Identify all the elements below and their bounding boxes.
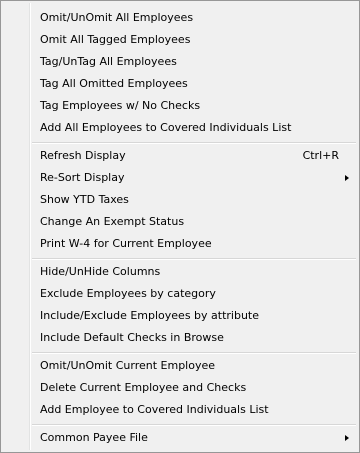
menu-separator bbox=[32, 258, 356, 260]
menu-item-omit-unomit-current-employee[interactable]: Omit/UnOmit Current Employee bbox=[3, 355, 357, 377]
menu-item-label: Include/Exclude Employees by attribute bbox=[40, 309, 260, 322]
menu-item-label: Omit/UnOmit All Employees bbox=[40, 11, 194, 24]
menu-item-change-exempt-status[interactable]: Change An Exempt Status bbox=[3, 211, 357, 233]
menu-item-label: Exclude Employees by category bbox=[40, 287, 216, 300]
menu-item-label: Change An Exempt Status bbox=[40, 215, 185, 228]
menu-item-shortcut: Ctrl+R bbox=[302, 149, 339, 162]
menu-item-label: Omit/UnOmit Current Employee bbox=[40, 359, 216, 372]
menu-item-delete-current-employee[interactable]: Delete Current Employee and Checks bbox=[3, 377, 357, 399]
context-menu: Omit/UnOmit All Employees Omit All Tagge… bbox=[0, 0, 360, 453]
menu-item-include-default-checks[interactable]: Include Default Checks in Browse bbox=[3, 327, 357, 349]
menu-item-label: Delete Current Employee and Checks bbox=[40, 381, 247, 394]
menu-item-label: Common Payee File bbox=[40, 431, 148, 444]
menu-item-label: Add Employee to Covered Individuals List bbox=[40, 403, 269, 416]
menu-item-omit-all-tagged-employees[interactable]: Omit All Tagged Employees bbox=[3, 29, 357, 51]
submenu-arrow-icon bbox=[345, 435, 349, 441]
menu-item-label: Tag Employees w/ No Checks bbox=[40, 99, 201, 112]
menu-item-omit-unomit-all-employees[interactable]: Omit/UnOmit All Employees bbox=[3, 7, 357, 29]
menu-item-refresh-display[interactable]: Refresh Display Ctrl+R bbox=[3, 145, 357, 167]
menu-item-label: Omit All Tagged Employees bbox=[40, 33, 191, 46]
menu-item-hide-unhide-columns[interactable]: Hide/UnHide Columns bbox=[3, 261, 357, 283]
menu-item-show-ytd-taxes[interactable]: Show YTD Taxes bbox=[3, 189, 357, 211]
menu-separator bbox=[32, 142, 356, 144]
menu-item-label: Include Default Checks in Browse bbox=[40, 331, 224, 344]
menu-item-common-payee-file[interactable]: Common Payee File bbox=[3, 427, 357, 449]
menu-item-label: Add All Employees to Covered Individuals… bbox=[40, 121, 292, 134]
menu-item-add-employee-covered-list[interactable]: Add Employee to Covered Individuals List bbox=[3, 399, 357, 421]
menu-item-add-all-employees-covered-list[interactable]: Add All Employees to Covered Individuals… bbox=[3, 117, 357, 139]
menu-item-tag-all-omitted-employees[interactable]: Tag All Omitted Employees bbox=[3, 73, 357, 95]
menu-separator bbox=[32, 352, 356, 354]
menu-item-print-w4[interactable]: Print W-4 for Current Employee bbox=[3, 233, 357, 255]
menu-item-label: Refresh Display bbox=[40, 149, 126, 162]
menu-item-label: Tag All Omitted Employees bbox=[40, 77, 188, 90]
menu-item-label: Print W-4 for Current Employee bbox=[40, 237, 212, 250]
menu-item-label: Re-Sort Display bbox=[40, 171, 125, 184]
menu-item-label: Tag/UnTag All Employees bbox=[40, 55, 177, 68]
menu-item-label: Show YTD Taxes bbox=[40, 193, 129, 206]
submenu-arrow-icon bbox=[345, 175, 349, 181]
menu-separator bbox=[32, 424, 356, 426]
menu-item-label: Hide/UnHide Columns bbox=[40, 265, 161, 278]
menu-item-tag-employees-no-checks[interactable]: Tag Employees w/ No Checks bbox=[3, 95, 357, 117]
menu-item-exclude-employees-by-category[interactable]: Exclude Employees by category bbox=[3, 283, 357, 305]
menu-item-re-sort-display[interactable]: Re-Sort Display bbox=[3, 167, 357, 189]
menu-item-tag-untag-all-employees[interactable]: Tag/UnTag All Employees bbox=[3, 51, 357, 73]
menu-item-include-exclude-by-attribute[interactable]: Include/Exclude Employees by attribute bbox=[3, 305, 357, 327]
